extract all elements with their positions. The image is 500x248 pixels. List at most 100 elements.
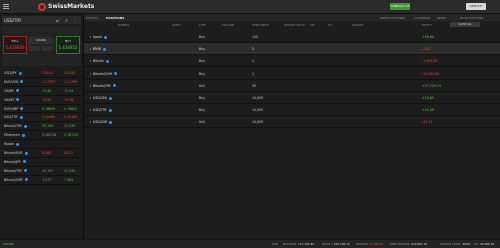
position-direction: Sell	[199, 83, 205, 88]
column-header[interactable]: MARKET PRICE	[284, 23, 305, 27]
deposit-button[interactable]: DEPOSIT	[466, 3, 486, 10]
column-header[interactable]: MARGIN	[352, 23, 363, 27]
expand-caret-icon[interactable]	[90, 36, 91, 38]
position-direction: Sell	[199, 120, 205, 125]
position-row[interactable]: Apple Buy 100 +56.64	[84, 31, 500, 43]
top-bar: SwissMarkets CONTACT US DEPOSIT	[0, 0, 500, 14]
sell-label: SELL	[11, 39, 19, 43]
info-icon	[23, 124, 27, 128]
position-volume: 10,000	[252, 120, 264, 125]
watchlist-bid: 72.40	[42, 88, 52, 93]
watchlist-row[interactable]: Bitcoin/TRY 47,195 47,235	[2, 122, 81, 132]
info-icon	[109, 120, 113, 124]
buy-button[interactable]: BUY 5.434952	[56, 36, 80, 54]
symbol-name: USD/TRY	[4, 18, 22, 23]
position-profit: +56.64	[422, 35, 434, 39]
position-row[interactable]: BMW Buy 5 -2.01	[84, 43, 500, 56]
watchlist-symbol: EUR/GBP	[4, 107, 24, 111]
brand-name: SwissMarkets	[48, 3, 95, 10]
quantity-increase-button[interactable]	[42, 46, 53, 51]
column-header[interactable]: TYPE	[199, 23, 206, 27]
info-icon	[108, 108, 112, 112]
expand-caret-icon[interactable]	[90, 109, 91, 112]
watchlist-row[interactable]: EUR/GBP 0.76849 0.76852	[2, 105, 81, 114]
watchlist-row[interactable]: USD/JPY 110.61 110.62	[2, 69, 81, 78]
watchlist-bid: 110.61	[42, 71, 54, 75]
position-row[interactable]: USD/ZAR Sell 10,000 -43.74	[84, 116, 500, 129]
close-all-button[interactable]: CLOSE ALL	[450, 22, 480, 27]
info-icon	[20, 107, 24, 111]
position-row[interactable]: Bitcoin Buy 1 -1,986.35	[84, 55, 500, 68]
watchlist-ask: 70.58	[64, 97, 74, 102]
balance: BALANCE: 177,134.95	[283, 242, 315, 246]
column-header[interactable]: S/L	[328, 23, 332, 27]
watchlist-symbol: Oil/BR	[4, 89, 19, 93]
tab-notifications[interactable]: NOTIFICATIONS	[460, 16, 483, 20]
watchlist-row[interactable]: Bitcoin/EUR 8,462 8,472	[2, 149, 81, 158]
quantity-input[interactable]: 10,000	[29, 37, 53, 44]
tab-news[interactable]: NEWS	[437, 16, 446, 20]
watchlist-row[interactable]: Bitcoin/TRY 47,191 47,231	[2, 167, 81, 176]
quantity-decrease-button[interactable]	[29, 46, 40, 51]
info-icon	[105, 59, 109, 63]
column-header[interactable]: SYMBOL	[118, 23, 130, 27]
column-header[interactable]: T/P	[310, 23, 314, 27]
equity: EQUITY: 222,720.15	[322, 242, 350, 246]
watchlist-ask: 5.43495	[64, 115, 78, 120]
expand-caret-icon[interactable]	[90, 84, 91, 87]
position-row[interactable]: Bitcoin/CNH Buy 1 -12,832.69	[84, 68, 500, 80]
position-instrument: USD/SEK	[90, 96, 113, 100]
watchlist-ask: 0.76852	[64, 106, 78, 111]
watchlist-bid: 7,577	[42, 177, 52, 182]
sell-price: 5.434689	[5, 45, 25, 50]
watchlist-symbol: Bitcoin/GBP	[4, 178, 28, 182]
positions-panel: CHARTS POSITIONS OPEN POSITIONS CALENDAR NEW…	[84, 14, 500, 239]
expand-caret-icon[interactable]	[90, 97, 91, 99]
expand-caret-icon[interactable]	[90, 72, 91, 75]
watchlist-symbol: Ethereum	[4, 133, 25, 137]
tab-positions[interactable]: POSITIONS	[106, 16, 124, 20]
symbol-action-icons[interactable]: ⇄ ↗ ⋮	[56, 18, 79, 23]
brand-logo: SwissMarkets	[38, 2, 94, 11]
position-instrument: Bitcoin/TRY	[90, 84, 116, 88]
position-direction: Buy	[199, 35, 206, 39]
expand-caret-icon[interactable]	[90, 48, 91, 51]
info-icon	[24, 151, 28, 155]
info-icon	[22, 160, 26, 164]
expand-caret-icon[interactable]	[90, 121, 91, 124]
position-direction: Buy	[199, 59, 206, 64]
column-header[interactable]: PROFIT	[422, 23, 432, 27]
watchlist-row[interactable]: Bitcoin/JPY	[2, 158, 81, 167]
watchlist-bid: 47,195	[42, 124, 54, 129]
watchlist-row[interactable]: Ripple	[2, 140, 81, 150]
column-header[interactable]: VOLUME	[222, 23, 234, 27]
watchlist-ask: 72.44	[64, 88, 74, 93]
menu-icon[interactable]	[3, 4, 9, 9]
watchlist-row[interactable]: USD/TRY 5.43469 5.43495	[2, 113, 81, 123]
position-row[interactable]: USD/TRY Buy 10,000 +24.49	[84, 104, 500, 117]
info-icon	[16, 142, 19, 146]
watchlist-ask: 47,235	[64, 124, 76, 129]
column-header[interactable]: ASSET	[172, 23, 181, 27]
position-row[interactable]: Bitcoin/TRY Sell 30 +57,729.74	[84, 80, 500, 92]
tab-open-positions[interactable]: OPEN POSITIONS	[380, 16, 405, 20]
position-direction: Buy	[199, 108, 206, 113]
watchlist-row[interactable]: Ethereum 3,163.58 3,167.93	[2, 131, 81, 141]
position-row[interactable]: USD/SEK Buy 10,000 +34.65	[84, 92, 500, 104]
position-volume: 1	[252, 59, 255, 64]
info-icon	[21, 133, 25, 137]
column-header[interactable]: OPEN PRICE	[252, 23, 269, 27]
watchlist-row[interactable]: Bitcoin/GBP 7,577 7,583	[2, 176, 81, 185]
watchlist-row[interactable]: Oil/BR 72.40 72.44	[2, 87, 81, 96]
watchlist-row[interactable]: EUR/USD 1.17797 1.17799	[2, 78, 81, 87]
contact-us-button[interactable]: CONTACT US	[390, 3, 410, 10]
symbol-selector[interactable]: USD/TRY ⇄ ↗ ⋮	[2, 16, 81, 24]
watchlist-ask: 8,472	[64, 151, 74, 156]
tab-charts[interactable]: CHARTS	[86, 16, 98, 20]
expand-caret-icon[interactable]	[90, 60, 91, 63]
tab-calendar[interactable]: CALENDAR	[414, 16, 430, 20]
position-direction: Buy	[199, 71, 206, 76]
sell-button[interactable]: SELL 5.434689	[3, 36, 27, 54]
watchlist-row[interactable]: Oil/WT 70.55 70.58	[2, 96, 81, 105]
watchlist-symbol: USD/JPY	[4, 71, 22, 75]
